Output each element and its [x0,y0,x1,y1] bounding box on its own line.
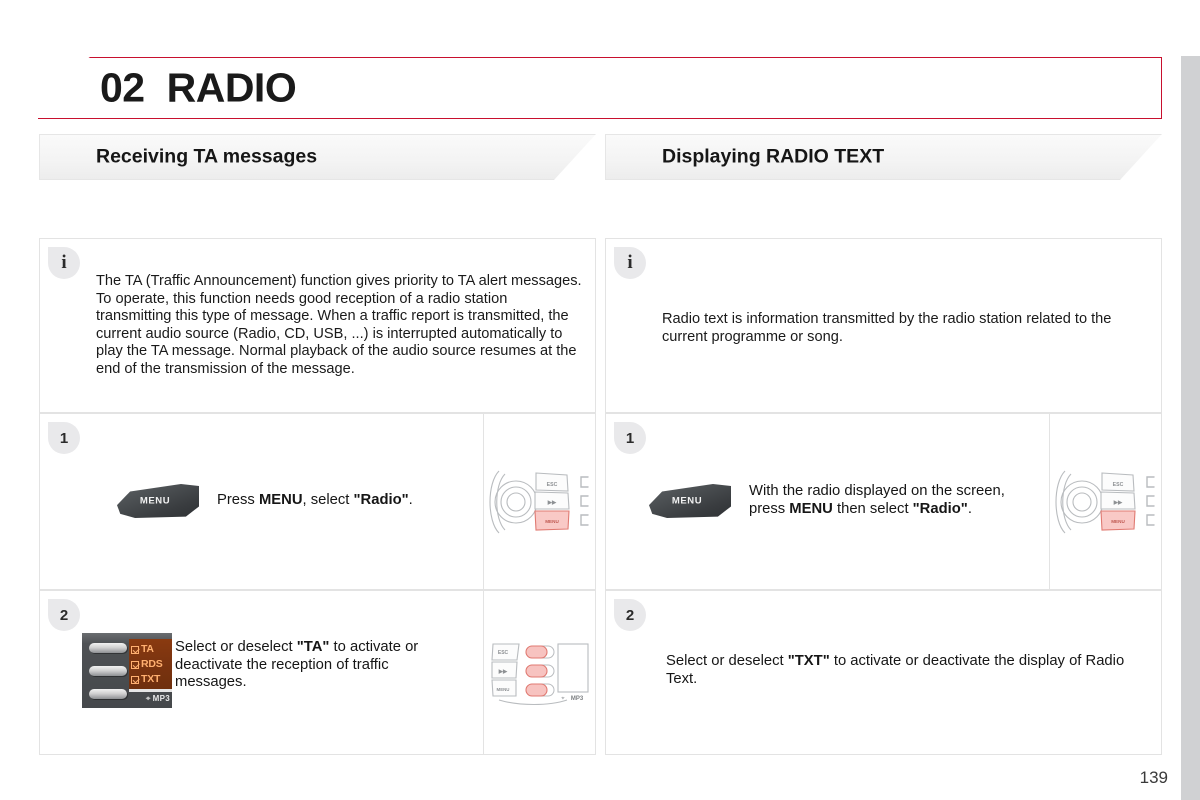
lcd-item-txt: TXT [131,672,172,687]
svg-text:MENU: MENU [1111,519,1125,524]
svg-text:MENU: MENU [545,519,559,524]
radio-unit-button[interactable] [89,689,127,699]
info-text-left: The TA (Traffic Announcement) function g… [96,273,582,377]
step-number-badge: 2 [48,599,80,631]
info-text-right: Radio text is information transmitted by… [662,311,1112,345]
lcd-bottom-bar [129,689,172,692]
menu-button-label: MENU [139,495,171,507]
checkbox-checked-icon [131,675,139,684]
usb-icon: ⌖ [145,694,151,703]
info-box-left: i The TA (Traffic Announcement) function… [39,238,596,413]
svg-text:▶▶: ▶▶ [1112,499,1122,506]
step-number-badge: 1 [614,422,646,454]
lcd-item-txt-label: TXT [141,673,161,685]
menu-wheel-button-graphic [117,414,199,448]
svg-text:ESC: ESC [497,650,508,656]
svg-text:MENU: MENU [496,687,509,692]
chapter-number: 02 [100,64,145,111]
step-box-right-1: 1 MENU With the radio displayed on the s… [605,413,1162,590]
section-header-left: Receiving TA messages [39,134,596,180]
menu-button-label: MENU [671,495,703,507]
page-title: 02 RADIO [100,64,297,112]
thumbnail-cell-left-2: ESC ▶▶ MENU MP3 ⌖ [483,591,595,754]
head-unit-side-buttons-icon: ESC ▶▶ MENU MP3 ⌖ [490,642,589,705]
thumbnail-cell-left-1: ESC ▶▶ MENU [483,414,595,589]
step-number-badge: 1 [48,422,80,454]
step-text-left-1: Press MENU, select "Radio". [217,492,413,508]
page-edge-strip [1181,56,1200,800]
step-text-right-2: Select or deselect "TXT" to activate or … [666,653,1125,687]
checkbox-checked-icon [131,645,139,654]
step-box-left-1: 1 MENU Press MENU, select "Radio". ESC ▶… [39,413,596,590]
info-icon: i [48,247,80,279]
radio-unit-button-column [89,643,129,708]
mp3-label: MP3 [152,694,170,703]
step-number-badge: 2 [614,599,646,631]
svg-text:▶▶: ▶▶ [497,668,507,675]
thumbnail-cell-right-1: ESC ▶▶ MENU [1049,414,1161,589]
lcd-item-ta-label: TA [141,643,154,655]
lcd-item-ta: TA [131,642,172,657]
chapter-banner: 02 RADIO [38,57,1162,119]
section-header-left-label: Receiving TA messages [96,145,318,168]
page-number: 139 [1139,768,1168,787]
step-box-right-2: 2 Select or deselect "TXT" to activate o… [605,590,1162,755]
checkbox-checked-icon [131,660,139,669]
step-text-right-1: With the radio displayed on the screen, … [749,483,1005,517]
chapter-title-text: RADIO [166,64,297,111]
info-icon: i [614,247,646,279]
steering-wheel-controls-icon: ESC ▶▶ MENU [1055,470,1155,533]
svg-text:▶▶: ▶▶ [546,499,556,506]
menu-button-illustration: MENU [117,484,199,518]
steering-wheel-controls-icon: ESC ▶▶ MENU [489,470,589,533]
step-text-left-2: Select or deselect "TA" to activate or d… [175,639,419,691]
svg-text:MP3: MP3 [570,696,583,702]
radio-unit-lcd: TA RDS TXT [129,639,172,691]
info-box-right: i Radio text is information transmitted … [605,238,1162,413]
section-header-right: Displaying RADIO TEXT [605,134,1162,180]
lcd-item-rds-label: RDS [141,658,163,670]
svg-text:ESC: ESC [546,482,557,488]
lcd-item-rds: RDS [131,657,172,672]
radio-unit-footer: ⌖ MP3 [129,694,172,704]
step-box-left-2: 2 TA RDS TXT ⌖ MP3 Select or deselect "T… [39,590,596,755]
manual-page: 02 RADIO Receiving TA messages Displaying… [0,0,1200,800]
menu-button-illustration: MENU [649,484,731,518]
svg-text:ESC: ESC [1112,482,1123,488]
section-header-right-label: Displaying RADIO TEXT [662,145,885,168]
radio-unit-button[interactable] [89,666,127,676]
radio-head-unit-display: TA RDS TXT ⌖ MP3 [82,633,172,708]
radio-unit-button[interactable] [89,643,127,653]
